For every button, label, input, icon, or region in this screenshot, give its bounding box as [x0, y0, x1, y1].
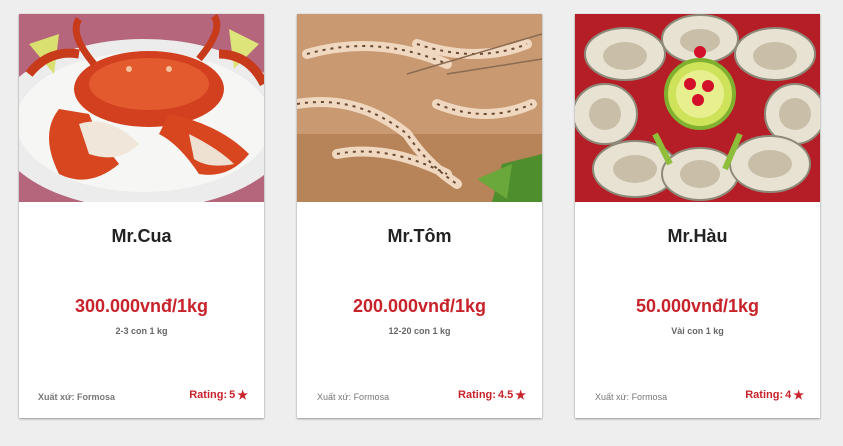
- origin-label: Xuất xứ:: [595, 392, 630, 402]
- origin-label: Xuất xứ:: [38, 392, 75, 402]
- product-rating: Rating: 4 ★: [745, 389, 804, 401]
- star-icon: ★: [515, 388, 526, 402]
- origin-value: Formosa: [77, 392, 116, 402]
- origin-value: Formosa: [631, 392, 668, 402]
- product-rating: Rating: 4.5 ★: [458, 389, 526, 401]
- product-count: Vài con 1 kg: [671, 326, 724, 336]
- star-icon: ★: [793, 388, 804, 402]
- origin-value: Formosa: [353, 392, 390, 402]
- product-price: 300.000vnđ/1kg: [74, 296, 209, 316]
- product-name[interactable]: Mr.Hàu: [575, 226, 820, 247]
- shrimp-photo[interactable]: [297, 14, 542, 202]
- product-name[interactable]: Mr.Tôm: [297, 226, 542, 247]
- rating-value: 5: [229, 389, 236, 401]
- rating-value: 4: [785, 389, 792, 401]
- product-rating: Rating: 5 ★: [189, 389, 248, 401]
- product-count: 2-3 con 1 kg: [115, 326, 168, 336]
- product-card-crab[interactable]: Mr.Cua 300.000vnđ/1kg 2-3 con 1 kg Xuất …: [19, 14, 264, 418]
- crab-photo[interactable]: [19, 14, 264, 202]
- rating-value: 4.5: [497, 389, 514, 401]
- star-icon: ★: [237, 388, 248, 402]
- rating-label: Rating:: [745, 389, 784, 401]
- product-origin: Xuất xứ: Formosa: [38, 392, 115, 402]
- product-price: 50.000vnđ/1kg: [635, 296, 760, 316]
- product-origin: Xuất xứ: Formosa: [317, 392, 389, 402]
- product-card-oyster[interactable]: Mr.Hàu 50.000vnđ/1kg Vài con 1 kg Xuất x…: [575, 14, 820, 418]
- product-card-shrimp[interactable]: Mr.Tôm 200.000vnđ/1kg 12-20 con 1 kg Xuấ…: [297, 14, 542, 418]
- oyster-photo[interactable]: [575, 14, 820, 202]
- rating-label: Rating:: [189, 389, 228, 401]
- product-grid: Mr.Cua 300.000vnđ/1kg 2-3 con 1 kg Xuất …: [0, 0, 843, 446]
- rating-label: Rating:: [458, 389, 496, 401]
- product-price: 200.000vnđ/1kg: [352, 296, 487, 316]
- origin-label: Xuất xứ:: [317, 392, 352, 402]
- product-origin: Xuất xứ: Formosa: [595, 392, 667, 402]
- product-count: 12-20 con 1 kg: [388, 326, 451, 336]
- product-name[interactable]: Mr.Cua: [19, 226, 264, 247]
